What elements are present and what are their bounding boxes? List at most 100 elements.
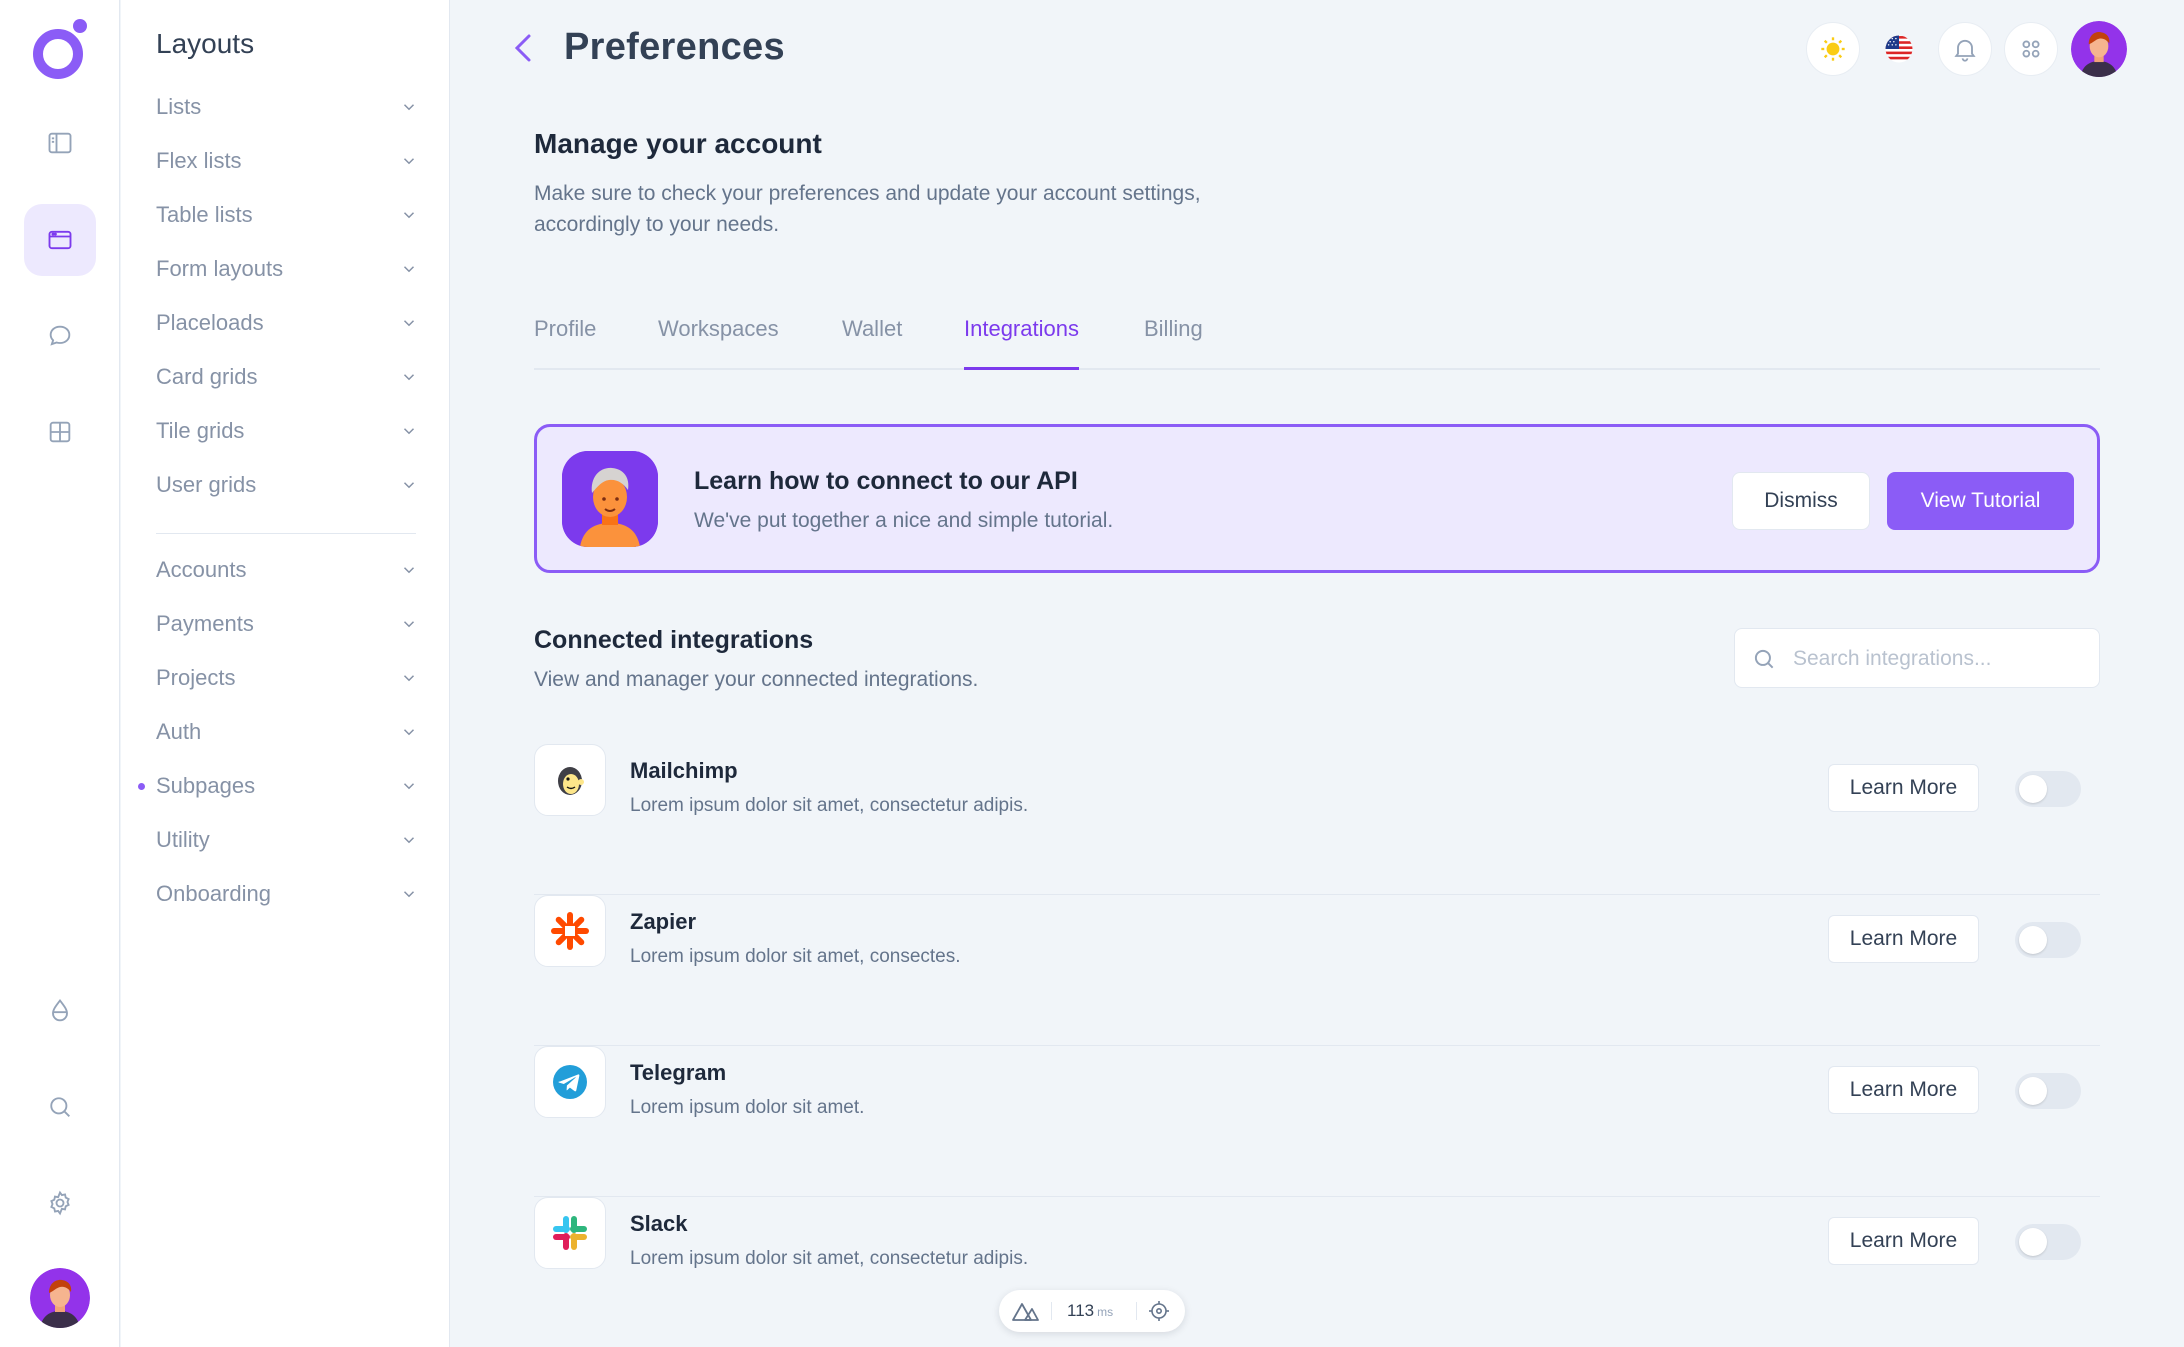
user-avatar[interactable] bbox=[2071, 21, 2127, 77]
submenu-item-accounts[interactable]: Accounts bbox=[156, 550, 418, 590]
integration-description: Lorem ipsum dolor sit amet, consectetur … bbox=[630, 795, 1029, 816]
devtools-bar[interactable]: 113 ms bbox=[999, 1290, 1185, 1332]
preferences-tabs: Profile Workspaces Wallet Integrations B… bbox=[534, 310, 2100, 370]
toggle-knob bbox=[2019, 926, 2047, 954]
integration-description: Lorem ipsum dolor sit amet, consectes. bbox=[630, 946, 961, 967]
integration-toggle[interactable] bbox=[2015, 922, 2081, 958]
submenu-divider bbox=[156, 533, 416, 534]
chevron-down-icon bbox=[403, 428, 415, 435]
layout-icon[interactable] bbox=[24, 204, 96, 276]
integration-row-zapier: Zapier Lorem ipsum dolor sit amet, conse… bbox=[534, 895, 2100, 1046]
submenu-item-onboarding[interactable]: Onboarding bbox=[156, 874, 418, 914]
chevron-down-icon bbox=[403, 266, 415, 273]
submenu-item-label: Tile grids bbox=[156, 418, 245, 443]
chevron-down-icon bbox=[403, 621, 415, 628]
chevron-down-icon bbox=[403, 567, 415, 574]
tab-profile[interactable]: Profile bbox=[534, 316, 596, 370]
submenu-item-label: Card grids bbox=[156, 364, 258, 389]
account-title: Manage your account bbox=[534, 128, 822, 159]
gear-icon[interactable] bbox=[24, 1167, 96, 1239]
submenu-item-lists[interactable]: Lists bbox=[156, 87, 418, 127]
integrations-description: View and manager your connected integrat… bbox=[534, 668, 979, 691]
icon-rail bbox=[0, 0, 120, 1347]
search-input[interactable] bbox=[1793, 639, 2083, 679]
submenu-item-label: Form layouts bbox=[156, 256, 284, 281]
page-title: Preferences bbox=[564, 26, 785, 68]
submenu-item-label: Flex lists bbox=[156, 148, 242, 173]
integration-row-slack: Slack Lorem ipsum dolor sit amet, consec… bbox=[534, 1197, 2100, 1347]
submenu-item-flex-lists[interactable]: Flex lists bbox=[156, 141, 418, 181]
divider bbox=[1136, 1302, 1137, 1320]
toggle-knob bbox=[2019, 1228, 2047, 1256]
submenu-item-user-grids[interactable]: User grids bbox=[156, 465, 418, 505]
toggle-knob bbox=[2019, 1077, 2047, 1105]
bell-icon[interactable] bbox=[1938, 22, 1992, 76]
chevron-down-icon bbox=[403, 783, 415, 790]
timing-value: 113 bbox=[1067, 1301, 1095, 1320]
dismiss-button[interactable]: Dismiss bbox=[1732, 472, 1870, 530]
integration-name: Zapier bbox=[630, 909, 697, 934]
sun-icon[interactable] bbox=[1806, 22, 1860, 76]
submenu-item-card-grids[interactable]: Card grids bbox=[156, 357, 418, 397]
submenu-item-label: Auth bbox=[156, 719, 202, 744]
submenu-item-label: Subpages bbox=[156, 773, 256, 798]
submenu-item-auth[interactable]: Auth bbox=[156, 712, 418, 752]
chevron-down-icon bbox=[403, 104, 415, 111]
main-content: Preferences Manage your account Make sur… bbox=[451, 0, 2184, 1347]
submenu-item-label: Onboarding bbox=[156, 881, 271, 906]
integration-name: Mailchimp bbox=[630, 758, 738, 783]
learn-more-button[interactable]: Learn More bbox=[1828, 764, 1979, 812]
chat-icon[interactable] bbox=[24, 300, 96, 372]
tab-wallet[interactable]: Wallet bbox=[842, 316, 902, 370]
integration-name: Slack bbox=[630, 1211, 688, 1236]
submenu-item-utility[interactable]: Utility bbox=[156, 820, 418, 860]
submenu-item-tile-grids[interactable]: Tile grids bbox=[156, 411, 418, 451]
integration-toggle[interactable] bbox=[2015, 1073, 2081, 1109]
submenu-item-payments[interactable]: Payments bbox=[156, 604, 418, 644]
submenu-item-label: Payments bbox=[156, 611, 254, 636]
learn-more-button[interactable]: Learn More bbox=[1828, 1066, 1979, 1114]
banner-description: We've put together a nice and simple tut… bbox=[694, 509, 1114, 532]
grid-icon[interactable] bbox=[24, 396, 96, 468]
view-tutorial-button[interactable]: View Tutorial bbox=[1887, 472, 2074, 530]
submenu-item-placeloads[interactable]: Placeloads bbox=[156, 303, 418, 343]
tab-workspaces[interactable]: Workspaces bbox=[658, 316, 779, 370]
chevron-down-icon bbox=[403, 212, 415, 219]
submenu-item-projects[interactable]: Projects bbox=[156, 658, 418, 698]
active-dot bbox=[138, 783, 145, 790]
sidebar-toggle-icon[interactable] bbox=[24, 107, 96, 179]
divider bbox=[1051, 1302, 1052, 1320]
integration-toggle[interactable] bbox=[2015, 771, 2081, 807]
chevron-down-icon bbox=[403, 374, 415, 381]
brand-logo[interactable] bbox=[30, 17, 90, 81]
learn-more-button[interactable]: Learn More bbox=[1828, 1217, 1979, 1265]
timing-unit: ms bbox=[1097, 1305, 1114, 1319]
apps-icon[interactable] bbox=[2004, 22, 2058, 76]
back-arrow-icon[interactable] bbox=[509, 30, 539, 66]
api-tutorial-banner: Learn how to connect to our API We've pu… bbox=[534, 424, 2100, 573]
user-avatar[interactable] bbox=[30, 1268, 90, 1328]
chevron-down-icon bbox=[403, 729, 415, 736]
submenu-item-label: User grids bbox=[156, 472, 257, 497]
mailchimp-icon bbox=[534, 744, 606, 816]
toggle-knob bbox=[2019, 775, 2047, 803]
submenu-item-subpages[interactable]: Subpages bbox=[138, 766, 418, 806]
submenu-title: Layouts bbox=[156, 28, 255, 59]
us-flag-icon[interactable] bbox=[1872, 22, 1926, 76]
search-icon[interactable] bbox=[24, 1071, 96, 1143]
tab-billing[interactable]: Billing bbox=[1144, 316, 1203, 370]
learn-more-button[interactable]: Learn More bbox=[1828, 915, 1979, 963]
integration-toggle[interactable] bbox=[2015, 1224, 2081, 1260]
chevron-down-icon bbox=[403, 320, 415, 327]
drop-icon[interactable] bbox=[24, 975, 96, 1047]
crosshair-icon[interactable] bbox=[1148, 1300, 1170, 1322]
tab-integrations[interactable]: Integrations bbox=[964, 316, 1079, 370]
submenu-item-label: Accounts bbox=[156, 557, 247, 582]
submenu-item-form-layouts[interactable]: Form layouts bbox=[156, 249, 418, 289]
submenu-item-table-lists[interactable]: Table lists bbox=[156, 195, 418, 235]
integration-description: Lorem ipsum dolor sit amet, consectetur … bbox=[630, 1248, 1029, 1269]
submenu-item-label: Projects bbox=[156, 665, 236, 690]
submenu-item-label: Lists bbox=[156, 94, 202, 119]
submenu-item-label: Placeloads bbox=[156, 310, 264, 335]
slack-icon bbox=[534, 1197, 606, 1269]
